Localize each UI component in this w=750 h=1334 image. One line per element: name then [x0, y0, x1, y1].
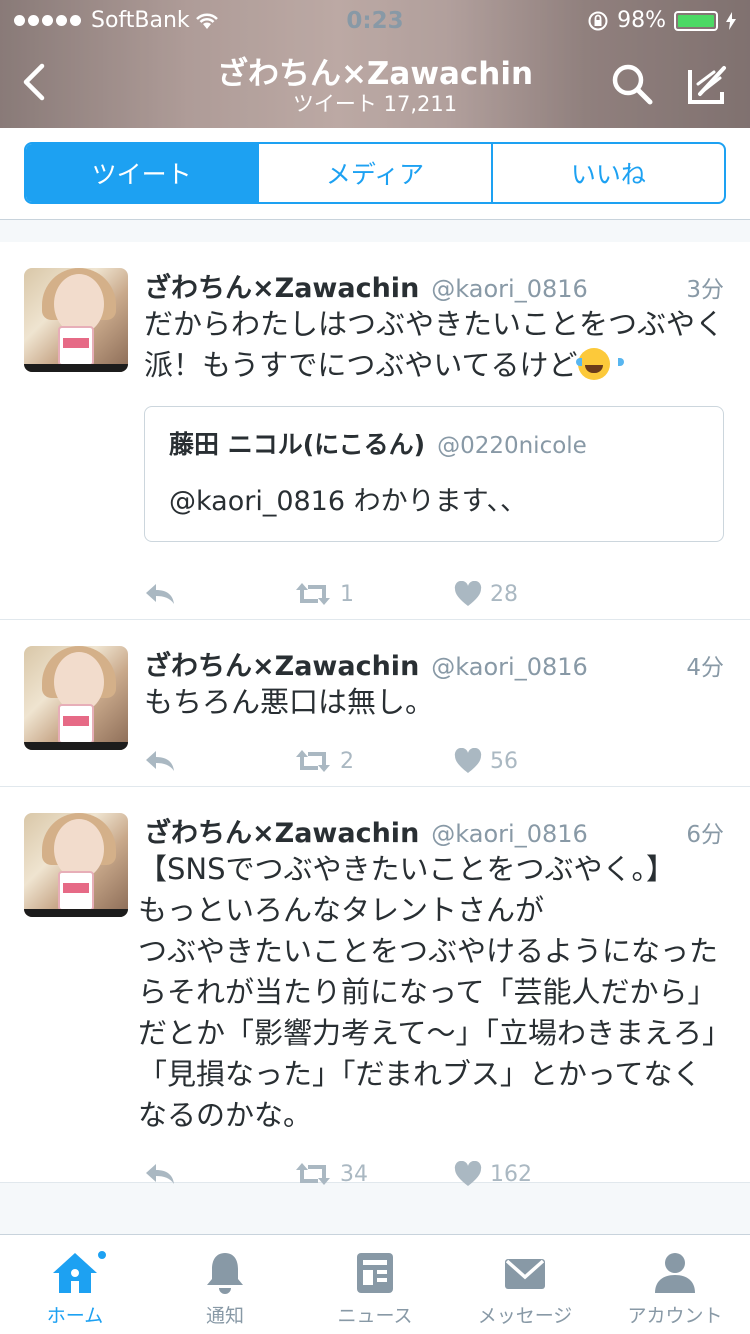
reply-icon: [146, 584, 174, 604]
bottom-tab-home[interactable]: ホーム: [0, 1235, 150, 1334]
heart-icon: [454, 581, 482, 606]
reply-button[interactable]: [144, 749, 294, 773]
avatar[interactable]: [24, 268, 128, 372]
bell-icon: [207, 1253, 243, 1294]
quoted-author-handle: @0220nicole: [437, 433, 587, 459]
envelope-icon: [505, 1259, 545, 1289]
avatar[interactable]: [24, 813, 128, 917]
retweet-count: 2: [340, 748, 354, 774]
compose-tweet-icon[interactable]: [684, 62, 730, 108]
bottom-tab-notifications[interactable]: 通知: [150, 1235, 300, 1334]
reply-icon: [146, 1164, 174, 1184]
tweet-item[interactable]: ざわちん×Zawachin @kaori_0816 6分 【SNSでつぶやきたい…: [0, 787, 750, 1187]
bottom-tab-bar: ホーム 通知 ニュース メッセージ アカウント: [0, 1234, 750, 1334]
bottom-tab-label: メッセージ: [477, 1305, 573, 1327]
retweet-button[interactable]: 34: [294, 1161, 454, 1187]
battery-icon: [674, 10, 718, 31]
profile-tabs-bar: ツイート メディア いいね: [0, 128, 750, 220]
person-icon: [655, 1253, 695, 1293]
retweet-button[interactable]: 2: [294, 748, 454, 774]
segmented-control: ツイート メディア いいね: [24, 142, 726, 204]
retweet-icon: [296, 583, 330, 605]
charging-bolt-icon: [726, 11, 736, 30]
nav-bar: ざわちん×Zawachin ツイート 17,211: [0, 40, 750, 124]
reply-button[interactable]: [144, 582, 294, 606]
reply-button[interactable]: [144, 1162, 294, 1186]
status-right: 98%: [587, 8, 736, 33]
battery-percent: 98%: [617, 8, 666, 33]
tweet-author-handle[interactable]: @kaori_0816: [431, 820, 587, 848]
tweet-actions: 34 162: [144, 1146, 724, 1202]
tweet-text: もちろん悪口は無し。: [144, 685, 435, 719]
tweet-text-content: だからわたしはつぶやきたいことをつぶやく派！もうすでにつぶやいてるけど: [144, 307, 725, 382]
like-button[interactable]: 162: [454, 1161, 614, 1187]
retweet-icon: [296, 1163, 330, 1185]
quoted-author-name: 藤田 ニコル(にこるん): [169, 430, 426, 459]
orientation-lock-icon: [588, 11, 608, 30]
tweet-timestamp: 3分: [686, 277, 724, 303]
bottom-tab-news[interactable]: ニュース: [300, 1235, 450, 1334]
retweet-button[interactable]: 1: [294, 581, 454, 607]
bottom-tab-account[interactable]: アカウント: [600, 1235, 750, 1334]
tab-likes[interactable]: いいね: [493, 144, 724, 202]
timeline: ざわちん×Zawachin @kaori_0816 3分 だからわたしはつぶやき…: [0, 242, 750, 1187]
tweet-item[interactable]: ざわちん×Zawachin @kaori_0816 3分 だからわたしはつぶやき…: [0, 242, 750, 620]
like-button[interactable]: 28: [454, 581, 614, 607]
tweet-author-name[interactable]: ざわちん×Zawachin: [144, 266, 419, 305]
tweet-text: 【SNSでつぶやきたいことをつぶやく。】 もっといろんなタレントさんが つぶやき…: [138, 852, 719, 1132]
tweet-timestamp: 4分: [686, 655, 724, 681]
tweet-author-handle[interactable]: @kaori_0816: [431, 653, 587, 681]
status-bar: SoftBank 0:23 98%: [0, 6, 750, 36]
tab-tweets[interactable]: ツイート: [26, 144, 260, 202]
tab-media[interactable]: メディア: [259, 144, 493, 202]
heart-icon: [454, 1161, 482, 1186]
bottom-tab-label: アカウント: [627, 1305, 723, 1327]
home-icon: [53, 1253, 97, 1293]
avatar[interactable]: [24, 646, 128, 750]
tears-of-joy-emoji-icon: [575, 348, 624, 380]
quoted-tweet[interactable]: 藤田 ニコル(にこるん) @0220nicole @kaori_0816 わかり…: [144, 406, 724, 542]
tweet-timestamp: 6分: [686, 822, 724, 848]
like-count: 162: [490, 1161, 532, 1187]
bottom-tab-label: ニュース: [337, 1305, 413, 1327]
profile-header: SoftBank 0:23 98% ざわちん×Zawachin ツイート 17,…: [0, 0, 750, 128]
news-icon: [357, 1253, 393, 1293]
retweet-icon: [296, 750, 330, 772]
search-icon[interactable]: [610, 62, 654, 106]
tweet-author-name[interactable]: ざわちん×Zawachin: [144, 644, 419, 683]
bottom-tab-label: 通知: [205, 1305, 244, 1327]
retweet-count: 1: [340, 581, 354, 607]
bottom-tab-messages[interactable]: メッセージ: [450, 1235, 600, 1334]
bottom-tab-label: ホーム: [46, 1305, 104, 1327]
reply-icon: [146, 751, 174, 771]
tweet-author-handle[interactable]: @kaori_0816: [431, 275, 587, 303]
retweet-count: 34: [340, 1161, 368, 1187]
tweet-author-name[interactable]: ざわちん×Zawachin: [144, 811, 419, 850]
heart-icon: [454, 748, 482, 773]
quoted-tweet-text: @kaori_0816 わかります、、: [169, 486, 527, 517]
new-activity-dot: [96, 1249, 108, 1261]
tweet-actions: 2 56: [144, 733, 724, 789]
tweet-text: だからわたしはつぶやきたいことをつぶやく派！もうすでにつぶやいてるけど: [144, 304, 724, 386]
like-count: 56: [490, 748, 518, 774]
tweet-item[interactable]: ざわちん×Zawachin @kaori_0816 4分 もちろん悪口は無し。 …: [0, 620, 750, 787]
like-count: 28: [490, 581, 518, 607]
like-button[interactable]: 56: [454, 748, 614, 774]
tweet-actions: 1 28: [144, 566, 724, 622]
